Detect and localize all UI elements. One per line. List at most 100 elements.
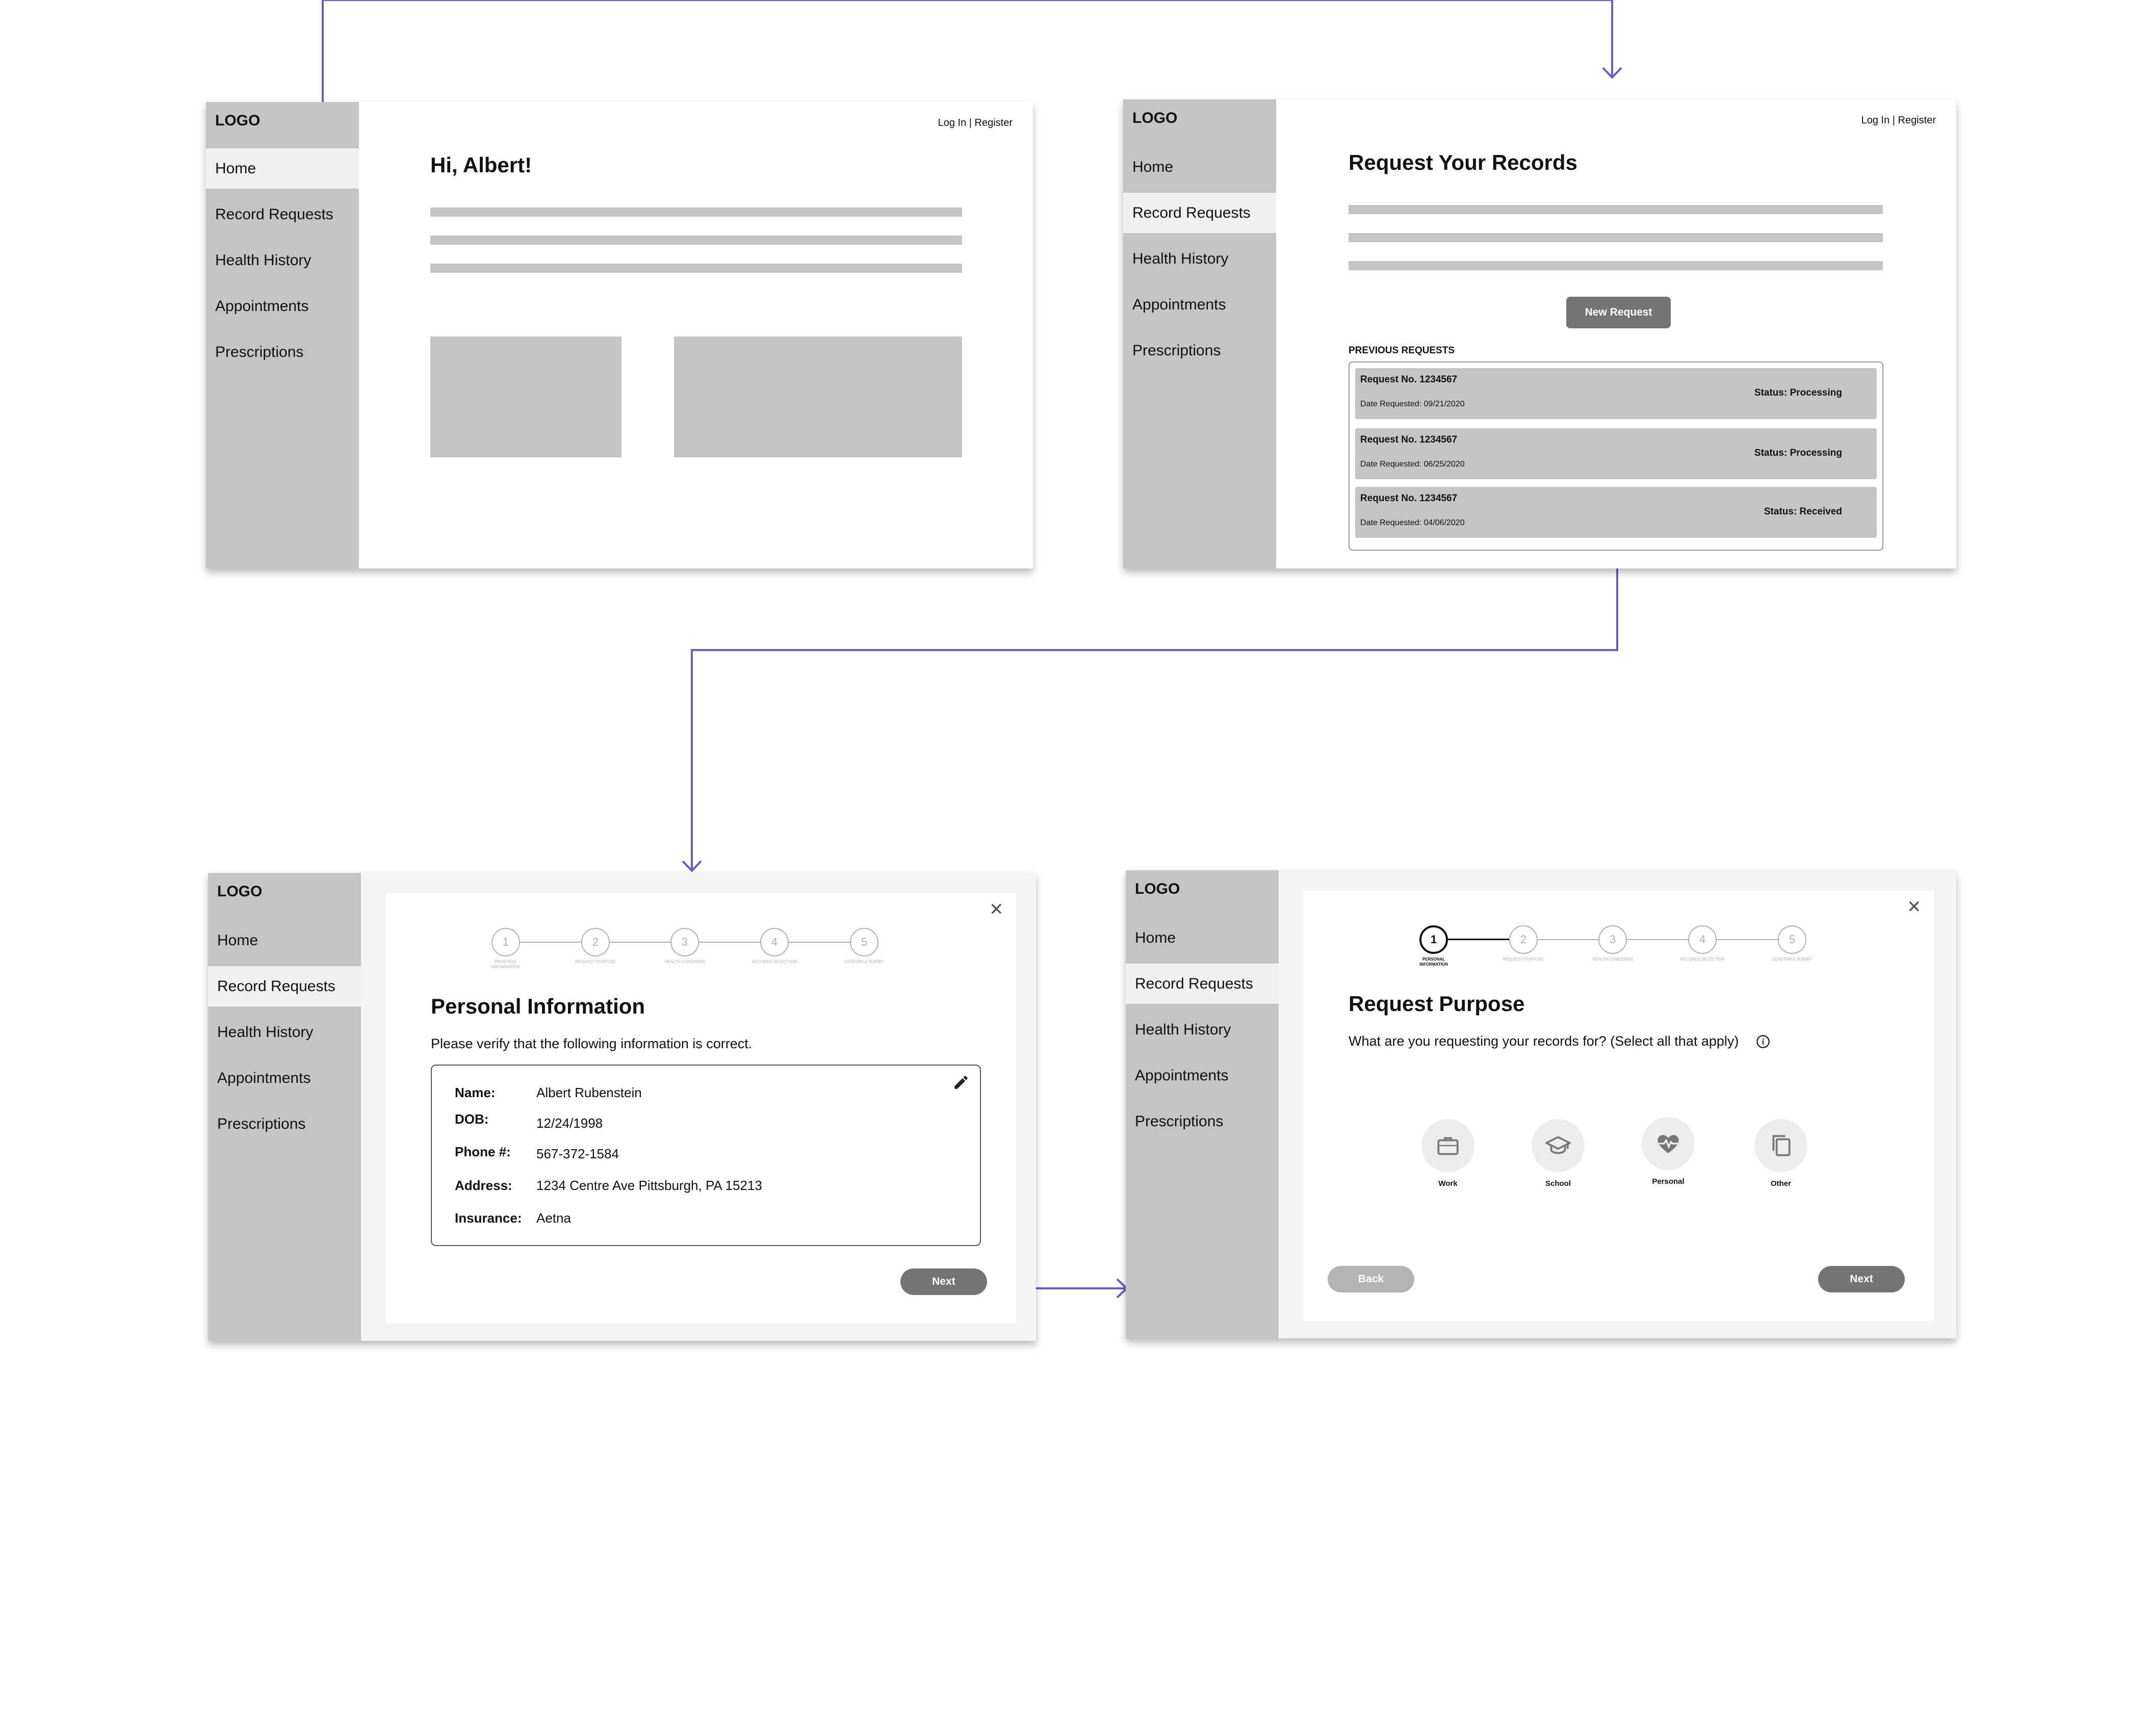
nav-item-home[interactable]: Home (1123, 147, 1276, 187)
step-5: 5 (850, 928, 878, 956)
text-placeholder (1349, 261, 1883, 270)
step-label: PERSONAL INFORMATION (491, 960, 520, 969)
request-modal: ✕ 1 2 3 4 5 PERSONAL INFORMATION REQUEST… (385, 893, 1016, 1324)
nav-item-prescriptions[interactable]: Prescriptions (1126, 1101, 1279, 1142)
image-placeholder (674, 336, 962, 457)
nav-item-home[interactable]: Home (208, 920, 361, 961)
text-placeholder (430, 208, 962, 217)
nav-item-home[interactable]: Home (206, 148, 359, 189)
request-date: Date Requested: 09/21/2020 (1360, 400, 1465, 408)
nav-item-record-requests[interactable]: Record Requests (208, 966, 361, 1006)
close-icon[interactable]: ✕ (1907, 897, 1922, 917)
step-connector (1538, 939, 1598, 940)
edit-icon[interactable] (952, 1074, 970, 1094)
screen-home: LOGO Home Record Requests Health History… (206, 102, 1033, 568)
logo: LOGO (215, 112, 261, 129)
nav-item-record-requests[interactable]: Record Requests (1123, 193, 1276, 233)
page-title: Personal Information (431, 994, 645, 1018)
next-button[interactable]: Next (1818, 1266, 1905, 1292)
step-label: RECORDS SELECTION (752, 960, 797, 964)
login-register-link[interactable]: Log In | Register (1861, 115, 1936, 126)
purpose-label: School (1545, 1179, 1571, 1188)
main-content: ✕ 1 2 3 4 5 PERSONAL INFORMATION REQUEST… (361, 873, 1036, 1341)
step-label: REQUEST PURPOSE (1503, 957, 1544, 962)
step-label: PERSONAL INFORMATION (1419, 957, 1448, 967)
nav-item-appointments[interactable]: Appointments (1126, 1055, 1279, 1096)
nav-item-prescriptions[interactable]: Prescriptions (208, 1104, 361, 1144)
main-content: Log In | Register Request Your Records N… (1276, 99, 1956, 568)
address-label: Address: (455, 1178, 512, 1193)
graduation-cap-icon (1545, 1136, 1571, 1154)
purpose-label: Personal (1652, 1177, 1685, 1186)
request-number: Request No. 1234567 (1360, 493, 1458, 504)
back-button[interactable]: Back (1328, 1266, 1414, 1292)
address-value: 1234 Centre Ave Pittsburgh, PA 15213 (536, 1178, 762, 1193)
step-connector (610, 942, 670, 943)
step-4: 4 (760, 928, 789, 956)
status-badge: Status: Processing (1754, 448, 1842, 458)
nav-item-appointments[interactable]: Appointments (206, 286, 359, 326)
nav-item-home[interactable]: Home (1126, 918, 1279, 958)
name-value: Albert Rubenstein (536, 1085, 642, 1100)
step-1: 1 (491, 928, 520, 956)
close-icon[interactable]: ✕ (989, 899, 1004, 920)
nav-item-health-history[interactable]: Health History (208, 1012, 361, 1052)
login-register-link[interactable]: Log In | Register (938, 117, 1013, 129)
purpose-option-circle (1754, 1119, 1807, 1172)
step-1: 1 (1419, 925, 1448, 954)
list-item[interactable]: Request No. 1234567 Date Requested: 06/2… (1355, 428, 1877, 479)
progress-stepper: 1 2 3 4 5 PERSONAL INFORMATION REQUEST P… (491, 928, 925, 974)
personal-info-card: Name: Albert Rubenstein DOB: 12/24/1998 … (431, 1065, 981, 1246)
list-item[interactable]: Request No. 1234567 Date Requested: 09/2… (1355, 368, 1877, 419)
text-placeholder (1349, 233, 1883, 242)
nav-item-health-history[interactable]: Health History (206, 240, 359, 280)
step-4: 4 (1688, 925, 1717, 954)
main-content: ✕ 1 2 3 4 5 PERSONAL INFORMATION REQUEST… (1279, 870, 1956, 1338)
nav-item-health-history[interactable]: Health History (1123, 239, 1276, 279)
sidebar: LOGO Home Record Requests Health History… (206, 102, 359, 568)
request-number: Request No. 1234567 (1360, 374, 1458, 385)
request-number: Request No. 1234567 (1360, 434, 1458, 445)
purpose-label: Other (1770, 1179, 1791, 1188)
nav-item-appointments[interactable]: Appointments (208, 1058, 361, 1098)
nav-item-record-requests[interactable]: Record Requests (1126, 964, 1279, 1004)
nav-item-health-history[interactable]: Health History (1126, 1009, 1279, 1050)
next-button[interactable]: Next (900, 1268, 987, 1295)
main-content: Log In | Register Hi, Albert! (359, 102, 1033, 568)
step-label: HEALTH CONCERNS (1592, 957, 1633, 962)
insurance-value: Aetna (536, 1210, 571, 1226)
purpose-option-circle (1421, 1119, 1474, 1172)
nav-item-appointments[interactable]: Appointments (1123, 284, 1276, 325)
page-title: Request Purpose (1349, 992, 1525, 1016)
screen-request-purpose: LOGO Home Record Requests Health History… (1126, 870, 1956, 1338)
step-connector (1448, 939, 1509, 940)
step-label: REQUEST PURPOSE (575, 960, 616, 964)
step-label: CONFIRM & SUBMIT (1772, 957, 1812, 962)
step-3: 3 (670, 928, 699, 956)
new-request-button[interactable]: New Request (1566, 297, 1671, 328)
dob-value: 12/24/1998 (536, 1116, 603, 1131)
screen-records: LOGO Home Record Requests Health History… (1123, 99, 1956, 568)
insurance-label: Insurance: (455, 1210, 522, 1226)
nav-item-prescriptions[interactable]: Prescriptions (206, 332, 359, 372)
step-connector (1627, 939, 1688, 940)
step-5: 5 (1778, 925, 1806, 954)
logo: LOGO (1132, 110, 1178, 126)
text-placeholder (430, 236, 962, 245)
progress-stepper: 1 2 3 4 5 PERSONAL INFORMATION REQUEST P… (1419, 925, 1853, 971)
nav-item-prescriptions[interactable]: Prescriptions (1123, 330, 1276, 371)
list-item[interactable]: Request No. 1234567 Date Requested: 04/0… (1355, 487, 1877, 538)
step-2: 2 (581, 928, 610, 956)
phone-label: Phone #: (455, 1144, 511, 1159)
heart-pulse-icon (1658, 1135, 1679, 1153)
info-icon[interactable] (1756, 1034, 1770, 1051)
nav-item-record-requests[interactable]: Record Requests (206, 194, 359, 235)
purpose-option-circle (1532, 1119, 1585, 1172)
logo: LOGO (1135, 880, 1180, 897)
text-placeholder (1349, 205, 1883, 214)
step-2: 2 (1509, 925, 1538, 954)
text-placeholder (430, 264, 962, 273)
step-3: 3 (1598, 925, 1627, 954)
page-title: Hi, Albert! (430, 153, 532, 177)
step-label: CONFIRM & SUBMIT (844, 960, 884, 964)
